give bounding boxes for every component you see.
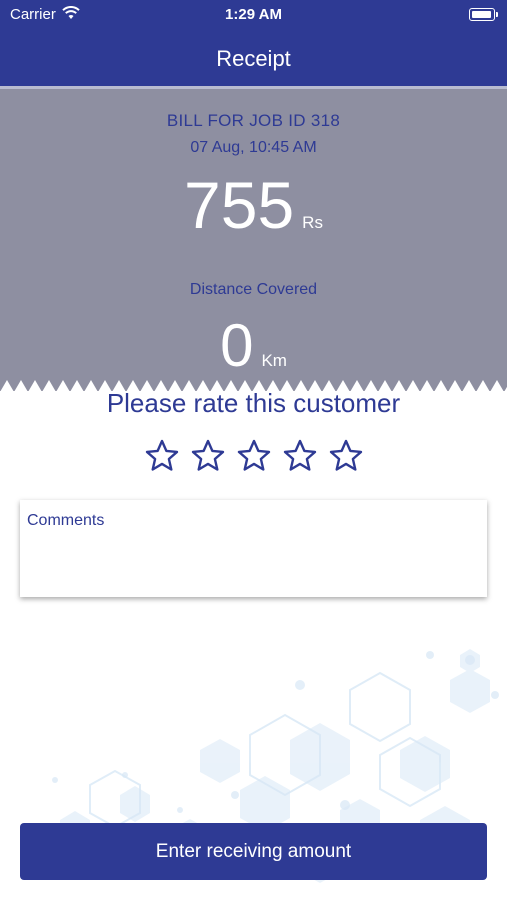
comments-field[interactable]: Comments xyxy=(20,500,487,597)
enter-receiving-amount-button[interactable]: Enter receiving amount xyxy=(20,823,487,880)
status-bar: Carrier 1:29 AM xyxy=(0,0,507,28)
rating-prompt: Please rate this customer xyxy=(106,388,401,418)
amount-unit: Rs xyxy=(302,213,323,232)
distance-unit: Km xyxy=(261,351,287,370)
star-rating[interactable] xyxy=(0,438,507,474)
bill-job-id: BILL FOR JOB ID 318 xyxy=(166,111,341,130)
star-outline-icon[interactable] xyxy=(328,438,364,474)
bill-date: 07 Aug, 10:45 AM xyxy=(190,139,317,156)
star-outline-icon[interactable] xyxy=(236,438,272,474)
star-outline-icon[interactable] xyxy=(190,438,226,474)
battery-icon xyxy=(469,8,498,21)
amount-value: 755 xyxy=(184,168,295,242)
page-title: Receipt xyxy=(216,46,291,71)
distance-value: 0 xyxy=(220,312,254,379)
comments-placeholder: Comments xyxy=(27,512,105,529)
amount-row: 755 Rs xyxy=(0,167,507,243)
star-outline-icon[interactable] xyxy=(144,438,180,474)
distance-label: Distance Covered xyxy=(189,281,318,298)
star-outline-icon[interactable] xyxy=(282,438,318,474)
clock: 1:29 AM xyxy=(225,6,282,23)
app-header: Carrier 1:29 AM Receipt xyxy=(0,0,507,86)
receipt-card: BILL FOR JOB ID 318 07 Aug, 10:45 AM 755… xyxy=(0,86,507,392)
distance-row: 0 Km xyxy=(0,311,507,380)
